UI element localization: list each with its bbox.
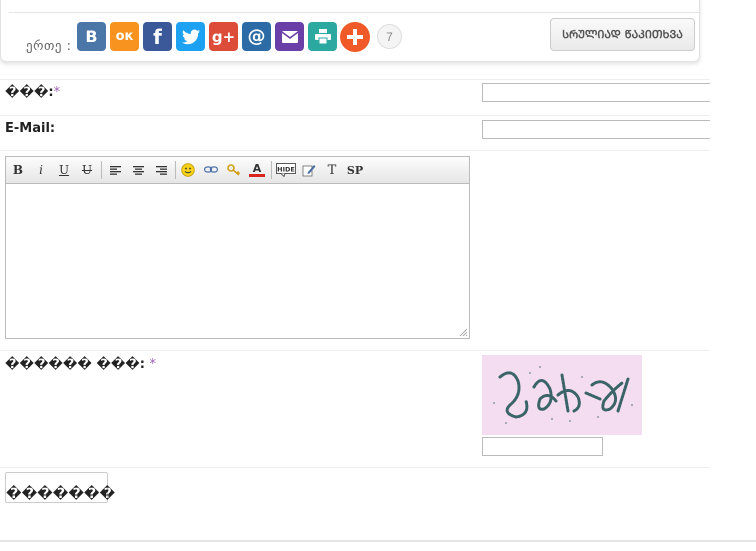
resize-grip-icon[interactable] [459,328,467,336]
required-mark: * [53,85,61,100]
printer-icon [314,29,331,44]
twitter-icon [181,29,200,44]
name-input[interactable] [482,83,710,102]
twitter-share-button[interactable] [176,22,205,51]
captcha-input[interactable] [482,437,603,456]
row-divider [0,467,710,468]
row-divider [0,150,710,151]
required-mark: * [149,357,157,372]
underline-icon[interactable]: U [56,162,72,178]
key-icon[interactable] [226,162,242,178]
email-label: E-Mail: [5,121,56,136]
envelope-icon [281,30,298,43]
vk-share-button[interactable]: В [77,22,106,51]
read-all-button[interactable]: ᲡᲠᲣᲚᲘᲐᲓ ᲬᲐᲙᲘᲗᲮᲕᲐ [550,18,695,51]
align-center-icon[interactable] [130,162,146,178]
message-textarea[interactable] [5,183,470,339]
mailru-share-button[interactable]: @ [242,22,271,51]
share-count-badge: 7 [377,24,402,49]
captcha-label: ������ ���: * [5,357,157,372]
italic-icon[interactable]: i [33,162,49,178]
share-label: ერთე : [26,39,72,54]
facebook-share-button[interactable]: f [143,22,172,51]
hide-icon[interactable]: HIDE [276,162,296,178]
plus-icon [347,29,363,45]
align-right-icon[interactable] [153,162,169,178]
name-label: ���:* [5,85,61,100]
row-divider [0,350,710,351]
submit-button[interactable]: ������� [5,472,115,503]
smile-icon[interactable] [180,162,196,178]
email-input[interactable] [482,120,710,139]
toolbar-separator [101,161,102,179]
bold-icon[interactable]: B [10,162,26,178]
print-share-button[interactable] [308,22,337,51]
odnoklassniki-share-button[interactable]: ок [110,22,139,51]
font-icon[interactable]: T [324,162,340,178]
more-share-button[interactable] [340,22,370,52]
strike-icon[interactable]: U [79,162,95,178]
edit-icon[interactable] [301,162,317,178]
bottom-divider [0,540,756,542]
text-color-icon[interactable]: A [249,162,265,177]
toolbar-separator [271,161,272,179]
captcha-image [482,355,642,435]
share-divider [9,12,699,13]
spoiler-icon[interactable]: SP [346,162,364,178]
row-divider [0,79,710,80]
svg-text:HIDE: HIDE [277,165,295,173]
email-share-button[interactable] [275,22,304,51]
align-left-icon[interactable] [107,162,123,178]
row-divider [0,115,710,116]
toolbar-separator [175,161,176,179]
googleplus-share-button[interactable]: g+ [209,22,238,51]
link-icon[interactable] [203,162,219,178]
editor-toolbar: B i U U A HIDE T SP [5,156,470,183]
